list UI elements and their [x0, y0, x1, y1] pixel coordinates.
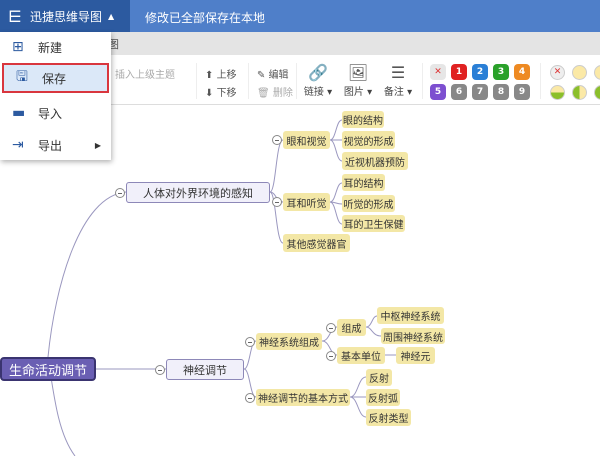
- caret-up-icon: ▲: [107, 11, 115, 21]
- edit-label: 编辑: [268, 70, 289, 81]
- mindmap-node-root[interactable]: 生命活动调节: [0, 357, 96, 381]
- delete-label: 删除: [272, 88, 293, 99]
- menu-item-save[interactable]: 🖫 保存: [2, 63, 109, 93]
- priority-clear-icon[interactable]: ✕: [430, 64, 446, 80]
- mindmap-node-eye3[interactable]: 近视机器预防: [342, 152, 408, 170]
- mindmap-node-zw[interactable]: 周围神经系统: [381, 328, 445, 344]
- mindmap-node-zc[interactable]: 组成: [337, 319, 366, 336]
- title-bar: ⋿ 迅捷思维导图 ▲ 修改已全部保存在本地: [0, 0, 600, 32]
- move-down-label: 下移: [216, 88, 237, 99]
- mindmap-node-ns[interactable]: 神经系统组成: [256, 333, 322, 350]
- mindmap-node-f3[interactable]: 反射类型: [366, 409, 411, 426]
- progress-clear-icon[interactable]: ✕: [550, 65, 565, 80]
- menu-label: 导出: [38, 138, 63, 153]
- edit-button[interactable]: ✎ 编辑: [257, 66, 289, 81]
- link-label: 链接: [303, 87, 324, 98]
- collapse-toggle-icon[interactable]: [155, 364, 165, 375]
- menu-label: 新建: [38, 40, 63, 55]
- delete-button[interactable]: 🗑 删除: [257, 84, 293, 99]
- mindmap-node-eye1[interactable]: 眼的结构: [342, 111, 384, 128]
- note-button[interactable]: ☰ 备注 ▾: [380, 63, 416, 98]
- folder-icon: ▬: [12, 105, 26, 121]
- priority-4-icon[interactable]: 4: [514, 64, 530, 80]
- insert-parent-button[interactable]: 插入上级主题: [115, 66, 175, 81]
- mindmap-node-eye2[interactable]: 视觉的形成: [342, 131, 395, 149]
- progress-0-icon[interactable]: [572, 65, 587, 80]
- image-label: 图片: [343, 87, 364, 98]
- save-icon: 🖫: [16, 69, 28, 85]
- priority-7-icon[interactable]: 7: [472, 84, 488, 100]
- progress-25-icon[interactable]: [550, 85, 565, 100]
- mindmap-node-l1a[interactable]: 人体对外界环境的感知: [126, 182, 270, 203]
- move-up-label: 上移: [216, 70, 237, 81]
- menu-item-new[interactable]: ⊞ 新建: [0, 32, 111, 62]
- priority-6-icon[interactable]: 6: [451, 84, 467, 100]
- menu-item-import[interactable]: ▬ 导入: [0, 98, 111, 128]
- mindmap-node-ear3[interactable]: 耳的卫生保健: [342, 215, 405, 232]
- collapse-toggle-icon[interactable]: [245, 392, 255, 403]
- mindmap-node-sjy[interactable]: 神经元: [396, 347, 435, 364]
- priority-3-icon[interactable]: 3: [493, 64, 509, 80]
- mindmap-node-l1b[interactable]: 神经调节: [166, 359, 244, 380]
- priority-5-icon[interactable]: 5: [430, 84, 446, 100]
- progress-50-icon[interactable]: [594, 85, 600, 100]
- collapse-toggle-icon[interactable]: [272, 135, 282, 145]
- menu-label: 保存: [42, 71, 67, 86]
- mindmap-node-other[interactable]: 其他感觉器官: [283, 234, 350, 252]
- priority-2-icon[interactable]: 2: [472, 64, 488, 80]
- progress-37-icon[interactable]: [572, 85, 587, 100]
- link-button[interactable]: 🔗 链接 ▾: [300, 63, 336, 98]
- menu-item-export[interactable]: ⇥ 导出 ▶: [0, 130, 111, 160]
- menu-label: 导入: [38, 106, 63, 121]
- new-file-icon: ⊞: [12, 39, 24, 55]
- export-icon: ⇥: [12, 137, 24, 153]
- collapse-toggle-icon[interactable]: [326, 322, 336, 333]
- priority-1-icon[interactable]: 1: [451, 64, 467, 80]
- mindmap-node-f1[interactable]: 反射: [366, 369, 392, 386]
- move-down-button[interactable]: ⬇ 下移: [205, 84, 237, 99]
- collapse-toggle-icon[interactable]: [115, 187, 125, 198]
- mindmap-node-f2[interactable]: 反射弧: [366, 389, 400, 406]
- link-icon: 🔗: [308, 63, 328, 82]
- image-button[interactable]: 🖼 图片 ▾: [340, 63, 376, 98]
- app-dropdown-menu: ⊞ 新建 🖫 保存 ▬ 导入 ⇥ 导出 ▶: [0, 32, 111, 160]
- move-up-button[interactable]: ⬆ 上移: [205, 66, 237, 81]
- mindmap-node-fs[interactable]: 神经调节的基本方式: [256, 389, 350, 406]
- mindmap-node-zs[interactable]: 中枢神经系统: [377, 307, 444, 324]
- note-label: 备注: [383, 87, 404, 98]
- mindmap-node-ear2[interactable]: 听觉的形成: [342, 195, 395, 212]
- mindmap-logo-icon: ⋿: [8, 6, 22, 26]
- collapse-toggle-icon[interactable]: [272, 197, 282, 207]
- collapse-toggle-icon[interactable]: [245, 336, 255, 347]
- collapse-toggle-icon[interactable]: [326, 350, 336, 361]
- progress-0-icon[interactable]: [594, 65, 600, 80]
- mindmap-node-eye[interactable]: 眼和视觉: [283, 131, 330, 149]
- submenu-arrow-icon: ▶: [94, 140, 101, 150]
- priority-8-icon[interactable]: 8: [493, 84, 509, 100]
- mindmap-node-ear[interactable]: 耳和听觉: [283, 193, 330, 211]
- image-icon: 🖼: [347, 63, 369, 82]
- app-title: 迅捷思维导图: [29, 9, 102, 24]
- note-icon: ☰: [390, 63, 406, 82]
- mindmap-node-jb[interactable]: 基本单位: [337, 347, 385, 364]
- priority-9-icon[interactable]: 9: [514, 84, 530, 100]
- app-menu-button[interactable]: ⋿ 迅捷思维导图 ▲: [0, 0, 130, 32]
- save-status: 修改已全部保存在本地: [145, 11, 266, 25]
- mindmap-node-ear1[interactable]: 耳的结构: [342, 174, 385, 191]
